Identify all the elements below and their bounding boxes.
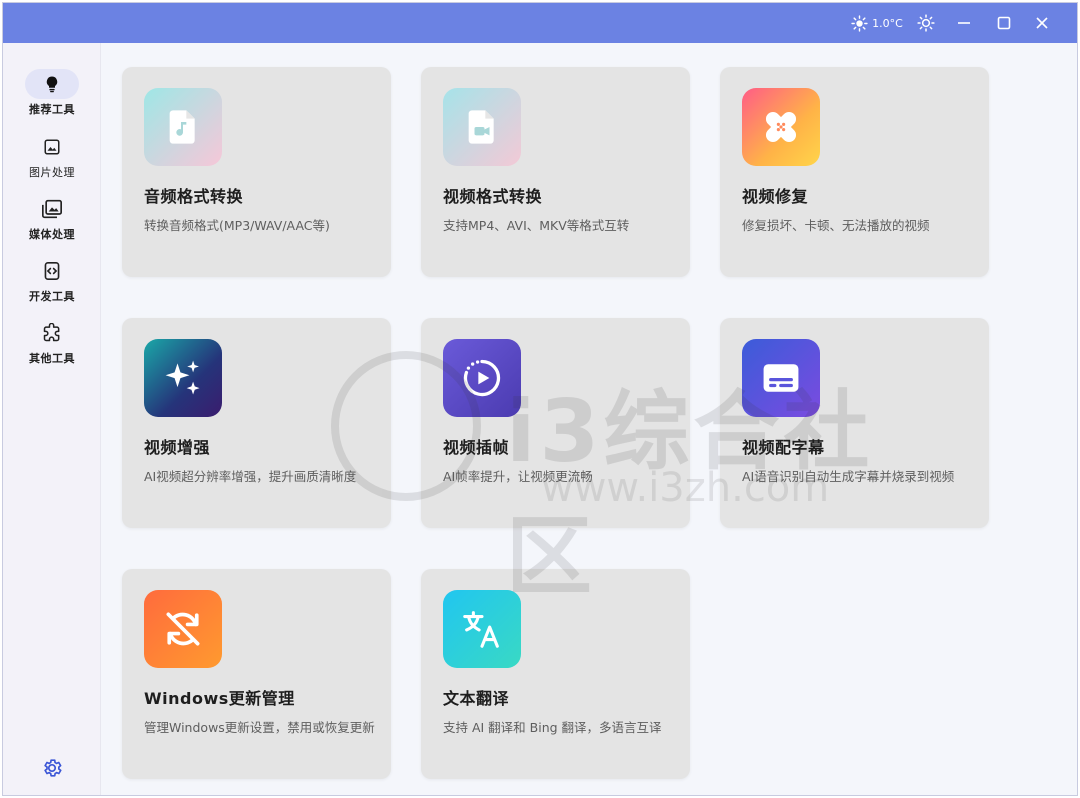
- tool-card-video-convert[interactable]: 视频格式转换 支持MP4、AVI、MKV等格式互转: [421, 67, 690, 277]
- sidebar-item-label: 其他工具: [29, 352, 75, 365]
- sidebar-item-label: 图片处理: [29, 166, 75, 179]
- gallery-icon: [42, 199, 62, 219]
- sidebar-item-image[interactable]: 图片处理: [3, 132, 101, 188]
- tool-card-windows-update[interactable]: Windows更新管理 管理Windows更新设置，禁用或恢复更新: [122, 569, 391, 779]
- tool-card-video-repair[interactable]: 视频修复 修复损坏、卡顿、无法播放的视频: [720, 67, 989, 277]
- translate-icon: [463, 611, 499, 648]
- lightbulb-icon: [46, 76, 58, 93]
- card-icon-tile: [742, 339, 820, 417]
- card-description: 管理Windows更新设置，禁用或恢复更新: [144, 720, 375, 735]
- card-icon-tile: [144, 590, 222, 668]
- close-button[interactable]: [1029, 3, 1055, 43]
- tool-card-frame-interpolation[interactable]: 视频插帧 AI帧率提升，让视频更流畅: [421, 318, 690, 528]
- sidebar-item-label: 推荐工具: [29, 103, 75, 116]
- puzzle-icon: [43, 323, 60, 342]
- tool-card-video-subtitle[interactable]: 视频配字幕 AI语音识别自动生成字幕并烧录到视频: [720, 318, 989, 528]
- card-description: AI帧率提升，让视频更流畅: [443, 469, 593, 484]
- gear-icon: [44, 759, 62, 777]
- weather-widget[interactable]: 1.0°C: [849, 3, 905, 43]
- nav-icon-wrap: [25, 256, 79, 286]
- tool-card-audio-convert[interactable]: 音频格式转换 转换音频格式(MP3/WAV/AAC等): [122, 67, 391, 277]
- card-title: Windows更新管理: [144, 689, 295, 708]
- nav-icon-wrap: [25, 194, 79, 224]
- close-icon: [1036, 17, 1048, 29]
- card-title: 音频格式转换: [144, 187, 244, 206]
- audio-file-icon: [169, 110, 195, 144]
- theme-toggle-button[interactable]: [913, 3, 939, 43]
- minimize-button[interactable]: [951, 3, 977, 43]
- subtitles-icon: [763, 364, 799, 392]
- card-icon-tile: [144, 339, 222, 417]
- card-icon-tile: [742, 88, 820, 166]
- code-icon: [44, 262, 60, 280]
- minimize-icon: [958, 22, 970, 24]
- update-off-icon: [166, 612, 200, 646]
- bandage-icon: [765, 111, 797, 143]
- tool-card-video-enhance[interactable]: 视频增强 AI视频超分辨率增强，提升画质清晰度: [122, 318, 391, 528]
- card-title: 视频格式转换: [443, 187, 543, 206]
- card-title: 视频增强: [144, 438, 211, 457]
- app-window: 1.0°C 推荐工具 图片处理 媒体处理 开发工具 其他工具 音频格式转换 转换…: [2, 2, 1078, 796]
- card-description: AI语音识别自动生成字幕并烧录到视频: [742, 469, 955, 484]
- card-description: 支持MP4、AVI、MKV等格式互转: [443, 218, 630, 233]
- sidebar-item-other[interactable]: 其他工具: [3, 318, 101, 374]
- card-description: 转换音频格式(MP3/WAV/AAC等): [144, 218, 330, 233]
- sidebar: 推荐工具 图片处理 媒体处理 开发工具 其他工具: [3, 43, 101, 795]
- card-icon-tile: [443, 88, 521, 166]
- nav-icon-wrap: [25, 318, 79, 348]
- card-description: 修复损坏、卡顿、无法播放的视频: [742, 218, 930, 233]
- card-icon-tile: [144, 88, 222, 166]
- card-icon-tile: [443, 590, 521, 668]
- sidebar-item-label: 媒体处理: [29, 228, 75, 241]
- sparkle-icon: [165, 360, 200, 395]
- nav-icon-wrap: [25, 132, 79, 162]
- maximize-icon: [997, 16, 1011, 30]
- card-description: AI视频超分辨率增强，提升画质清晰度: [144, 469, 357, 484]
- card-title: 视频修复: [742, 187, 809, 206]
- temperature-text: 1.0°C: [872, 16, 903, 30]
- video-file-icon: [468, 110, 494, 144]
- card-title: 文本翻译: [443, 689, 510, 708]
- sidebar-item-label: 开发工具: [29, 290, 75, 303]
- nav-icon-wrap: [25, 69, 79, 99]
- brightness-icon: [917, 14, 935, 32]
- card-title: 视频插帧: [443, 438, 510, 457]
- maximize-button[interactable]: [991, 3, 1017, 43]
- sidebar-item-recommended[interactable]: 推荐工具: [3, 69, 101, 125]
- sidebar-item-media[interactable]: 媒体处理: [3, 194, 101, 250]
- image-icon: [44, 139, 60, 155]
- settings-button[interactable]: [41, 757, 63, 779]
- card-description: 支持 AI 翻译和 Bing 翻译，多语言互译: [443, 720, 662, 735]
- title-bar: 1.0°C: [3, 3, 1077, 43]
- tool-grid: 音频格式转换 转换音频格式(MP3/WAV/AAC等) 视频格式转换 支持MP4…: [101, 43, 1077, 795]
- tool-card-text-translate[interactable]: 文本翻译 支持 AI 翻译和 Bing 翻译，多语言互译: [421, 569, 690, 779]
- sun-icon: [851, 14, 868, 32]
- card-title: 视频配字幕: [742, 438, 825, 457]
- card-icon-tile: [443, 339, 521, 417]
- sidebar-item-dev[interactable]: 开发工具: [3, 256, 101, 312]
- play-circle-icon: [463, 359, 501, 397]
